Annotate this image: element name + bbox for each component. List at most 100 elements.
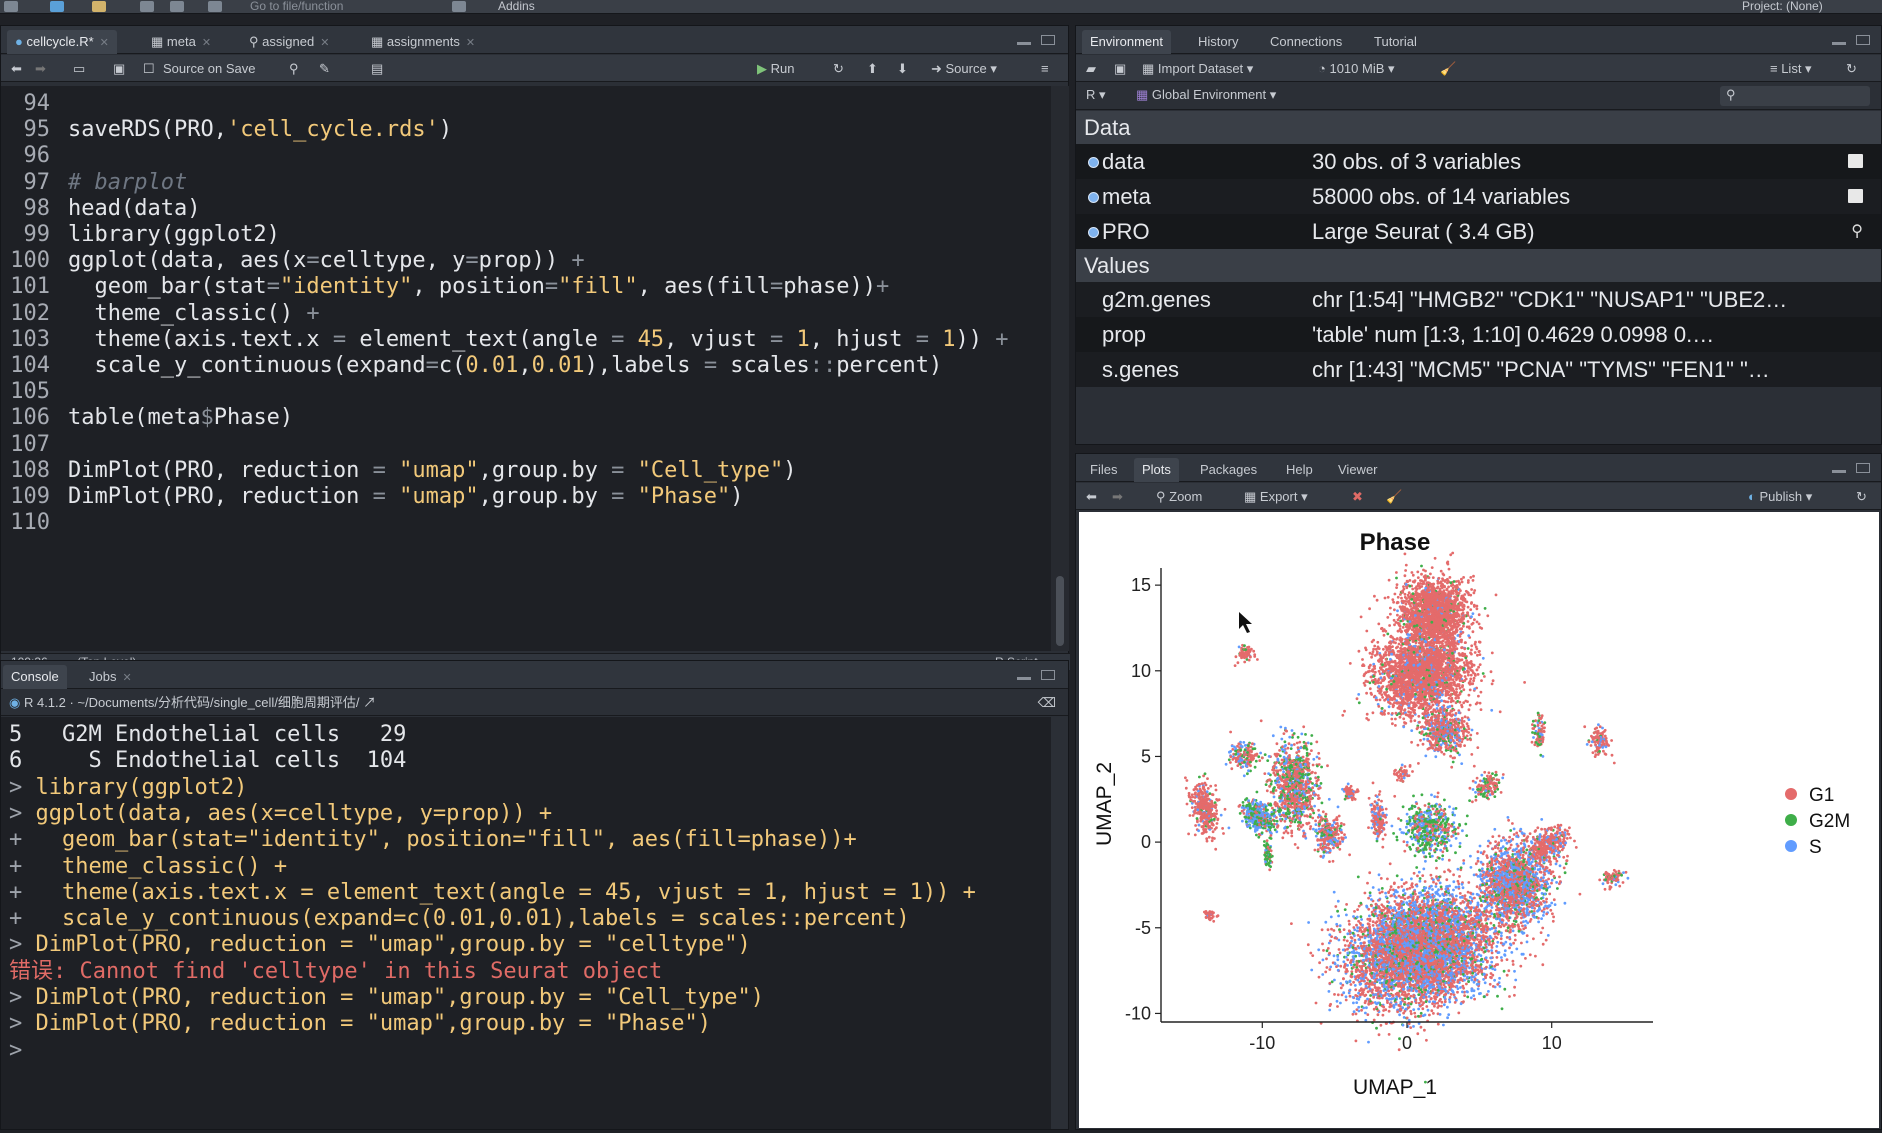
open-project-icon[interactable] (50, 0, 64, 13)
expand-icon[interactable] (1088, 192, 1099, 203)
back-arrow-icon[interactable]: ⬅ (1086, 483, 1097, 510)
env-row-pro[interactable]: PROLarge Seurat ( 3.4 GB)⚲ (1076, 214, 1881, 249)
environment-select[interactable]: ▦ Global Environment ▾ (1136, 87, 1276, 103)
source-on-save-checkbox[interactable]: ☐ (143, 55, 155, 82)
publish-button[interactable]: ◐ Publish ▾ (1748, 483, 1812, 510)
tab-tutorial[interactable]: Tutorial (1366, 30, 1425, 54)
language-select[interactable]: R ▾ (1086, 87, 1106, 103)
tab-assignments[interactable]: ▦ assignments✕ (363, 30, 483, 54)
tab-packages[interactable]: Packages (1192, 458, 1265, 482)
broom-icon[interactable]: 🧹 (1440, 55, 1456, 82)
import-dataset-button[interactable]: ▦ Import Dataset ▾ (1142, 55, 1253, 82)
tab-meta[interactable]: ▦ meta✕ (143, 30, 219, 54)
open-file-icon[interactable] (92, 0, 106, 13)
data-point (1450, 633, 1453, 636)
maximize-icon[interactable] (1856, 35, 1870, 45)
expand-icon[interactable] (1088, 227, 1099, 238)
rerun-icon[interactable]: ↻ (833, 55, 844, 82)
close-icon[interactable]: ✕ (466, 37, 475, 49)
tab-viewer[interactable]: Viewer (1330, 458, 1386, 482)
up-arrow-icon[interactable]: ⬆ (867, 55, 878, 82)
memory-usage-button[interactable]: ◔ 1010 MiB ▾ (1318, 55, 1395, 82)
code-line[interactable]: 104 scale_y_continuous(expand=c(0.01,0.0… (1, 350, 942, 381)
down-arrow-icon[interactable]: ⬇ (897, 55, 908, 82)
editor-scrollbar[interactable] (1051, 86, 1069, 651)
remove-plot-icon[interactable]: ✖ (1352, 483, 1363, 510)
console-prompt: + (9, 827, 62, 852)
source-button[interactable]: ➜ Source ▾ (931, 55, 997, 82)
view-table-icon[interactable] (1848, 189, 1863, 203)
code-line[interactable]: 95saveRDS(PRO,'cell_cycle.rds') (1, 114, 452, 145)
view-table-icon[interactable] (1848, 154, 1863, 168)
close-icon[interactable]: ✕ (100, 37, 109, 49)
tab-plots[interactable]: Plots (1134, 458, 1179, 482)
forward-arrow-icon[interactable]: ➡ (1112, 483, 1123, 510)
search-icon[interactable]: ⚲ (1851, 214, 1863, 249)
env-row-prop[interactable]: prop'table' num [1:3, 1:10] 0.4629 0.099… (1076, 317, 1881, 352)
code-line[interactable]: 110 (1, 507, 68, 538)
data-point (1432, 732, 1435, 735)
save-icon[interactable]: ▣ (113, 55, 125, 82)
wand-icon[interactable]: ✎ (319, 55, 330, 82)
addins-menu[interactable]: Addins (498, 0, 535, 13)
load-workspace-icon[interactable]: ▰ (1086, 55, 1096, 82)
data-point (1399, 628, 1402, 631)
show-in-window-icon[interactable]: ▭ (73, 55, 85, 82)
print-icon[interactable] (208, 0, 222, 13)
run-button[interactable]: ▶ Run (757, 55, 794, 82)
minimize-icon[interactable] (1832, 42, 1846, 45)
forward-arrow-icon[interactable]: ➡ (35, 55, 46, 82)
tab-jobs[interactable]: Jobs✕ (81, 665, 140, 689)
back-arrow-icon[interactable]: ⬅ (11, 55, 22, 82)
minimize-icon[interactable] (1017, 42, 1031, 45)
close-icon[interactable]: ✕ (122, 672, 131, 684)
view-mode-button[interactable]: ≡ List ▾ (1770, 55, 1812, 82)
compile-icon[interactable]: ▤ (371, 55, 383, 82)
goto-dir-icon[interactable]: ↗ (363, 695, 376, 710)
data-point (1399, 620, 1402, 623)
maximize-icon[interactable] (1041, 670, 1055, 680)
tab-environment[interactable]: Environment (1082, 30, 1171, 54)
env-row-s-genes[interactable]: s.geneschr [1:43] "MCM5" "PCNA" "TYMS" "… (1076, 352, 1881, 387)
minimize-icon[interactable] (1017, 677, 1031, 680)
broom-icon[interactable]: 🧹 (1386, 483, 1402, 510)
zoom-button[interactable]: ⚲ Zoom (1156, 483, 1202, 510)
find-icon[interactable]: ⚲ (289, 55, 299, 82)
tab-console[interactable]: Console (3, 665, 67, 689)
close-icon[interactable]: ✕ (202, 37, 211, 49)
grid-icon[interactable] (452, 0, 466, 13)
tab-files[interactable]: Files (1082, 458, 1125, 482)
close-icon[interactable]: ✕ (320, 37, 329, 49)
env-row-g2m-genes[interactable]: g2m.geneschr [1:54] "HMGB2" "CDK1" "NUSA… (1076, 282, 1881, 317)
outline-icon[interactable]: ≡ (1041, 55, 1049, 82)
export-button[interactable]: ▦ Export ▾ (1244, 483, 1308, 510)
tab-history[interactable]: History (1190, 30, 1246, 54)
minimize-icon[interactable] (1832, 470, 1846, 473)
data-point (1484, 607, 1487, 610)
maximize-icon[interactable] (1041, 35, 1055, 45)
maximize-icon[interactable] (1856, 463, 1870, 473)
save-workspace-icon[interactable]: ▣ (1114, 55, 1126, 82)
project-menu[interactable]: Project: (None) (1742, 0, 1823, 13)
environment-search-input[interactable]: ⚲ (1720, 86, 1870, 106)
goto-file-input[interactable]: Go to file/function (250, 0, 380, 13)
tab-help[interactable]: Help (1278, 458, 1321, 482)
data-point (1385, 690, 1388, 693)
data-point (1440, 699, 1443, 702)
new-file-icon[interactable] (4, 0, 18, 13)
refresh-icon[interactable]: ↻ (1856, 483, 1867, 510)
tab-cellcycle[interactable]: ● cellcycle.R*✕ (7, 30, 117, 54)
tab-assigned[interactable]: ⚲ assigned✕ (241, 30, 337, 54)
expand-icon[interactable] (1088, 157, 1099, 168)
save-icon[interactable] (140, 0, 154, 13)
console-output[interactable]: 5 G2M Endothelial cells 296 S Endothelia… (1, 717, 1051, 1129)
env-row-meta[interactable]: meta58000 obs. of 14 variables (1076, 179, 1881, 214)
save-all-icon[interactable] (170, 0, 184, 13)
tab-connections[interactable]: Connections (1262, 30, 1350, 54)
clear-console-icon[interactable]: ⌫ (1038, 690, 1056, 716)
env-row-data[interactable]: data30 obs. of 3 variables (1076, 144, 1881, 179)
code-editor[interactable]: 9495saveRDS(PRO,'cell_cycle.rds')9697# b… (1, 86, 1051, 651)
refresh-icon[interactable]: ↻ (1846, 55, 1857, 82)
data-point (1448, 650, 1451, 653)
code-line[interactable]: 109DimPlot(PRO, reduction = "umap",group… (1, 481, 744, 512)
